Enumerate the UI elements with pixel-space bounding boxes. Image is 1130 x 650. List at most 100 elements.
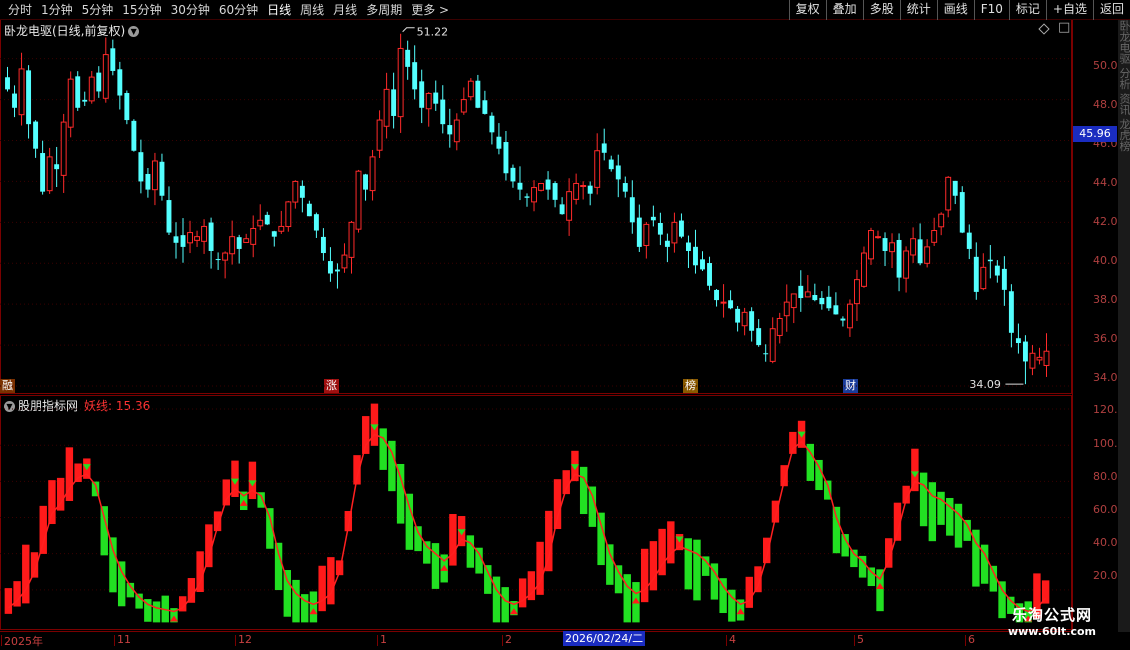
candle-body	[348, 221, 355, 258]
indicator-bar	[117, 561, 126, 607]
candle-body	[510, 167, 516, 182]
indicator-bar	[614, 565, 623, 594]
indicator-bar	[640, 548, 649, 603]
candle-body	[693, 246, 698, 266]
candle-body	[405, 49, 411, 67]
candle-body	[804, 291, 811, 298]
candle-body	[917, 239, 923, 264]
candle-body	[299, 185, 305, 198]
candle-body	[489, 115, 495, 133]
candle-body	[629, 197, 635, 223]
candle-body	[678, 220, 684, 237]
candle-body	[980, 266, 987, 290]
candle-body	[601, 143, 607, 153]
candle-body	[383, 88, 390, 127]
candle-body	[1036, 356, 1043, 361]
indicator-bar	[501, 587, 509, 623]
candle-body	[376, 119, 383, 151]
candle-body	[355, 170, 362, 230]
candle-body	[54, 164, 60, 170]
candle-body	[264, 214, 270, 225]
candle-body	[749, 311, 755, 331]
candle-body	[46, 156, 53, 192]
indicator-bar	[22, 544, 30, 604]
candle-body	[573, 182, 580, 200]
candle-body	[33, 121, 39, 149]
back-button[interactable]: 返回	[1092, 0, 1130, 20]
indicator-bar	[152, 601, 161, 623]
candle-body	[75, 76, 81, 108]
candle-body	[18, 68, 25, 116]
watermark-url: www.60lt.com	[1007, 625, 1097, 638]
date-axis: 2025年 11 12 1 2 4 5 6	[0, 631, 1072, 650]
high-pointer	[402, 27, 415, 33]
candle-body	[545, 179, 551, 190]
candle-body	[840, 318, 846, 321]
candle-body	[1001, 268, 1007, 290]
candle-body	[671, 221, 678, 244]
indicator-bar	[100, 506, 108, 556]
candle-body	[615, 165, 621, 180]
candle-body	[166, 200, 172, 233]
candle-body	[222, 252, 229, 261]
candle-body	[1022, 341, 1028, 362]
indicator-bar	[327, 557, 335, 605]
candle-body	[96, 72, 102, 92]
candle-body	[187, 232, 193, 244]
candle-body	[482, 100, 488, 114]
candle-body	[313, 214, 319, 231]
indicator-bar	[449, 514, 457, 566]
indicator-bar	[597, 512, 605, 566]
candle-body	[728, 300, 734, 309]
candle-body	[994, 265, 1000, 276]
candle-body	[973, 256, 979, 292]
candle-body	[812, 295, 818, 301]
indicator-bar	[4, 588, 13, 614]
side-info-strip[interactable]: 卧龙电驱 分析 资讯 龙虎榜	[1118, 20, 1130, 632]
candle-body	[931, 230, 938, 243]
indicator-bar	[39, 505, 47, 554]
candle-body	[425, 92, 432, 110]
indicator-bar	[396, 463, 405, 524]
candle-body	[559, 204, 565, 215]
candle-body	[1015, 338, 1021, 344]
candle-body	[1008, 291, 1014, 333]
candle-body	[363, 174, 368, 190]
date-label: 4	[726, 633, 736, 646]
date-label: 2	[502, 633, 512, 646]
candle-body	[798, 285, 804, 299]
indicator-bar	[187, 578, 196, 603]
indicator-bar	[518, 578, 527, 608]
candle-body	[741, 311, 748, 327]
candle-body	[306, 203, 312, 217]
watermark-title: 乐淘公式网	[1011, 606, 1092, 624]
candle-body	[110, 48, 116, 71]
indicator-bar	[484, 565, 492, 594]
candle-body	[1043, 350, 1050, 366]
candle-body	[826, 296, 832, 309]
indicator-bar	[423, 541, 431, 564]
candle-body	[250, 227, 257, 245]
candle-body	[334, 269, 340, 272]
low-price-label: 34.09	[969, 378, 1001, 391]
candle-body	[594, 150, 601, 188]
candle-body	[853, 279, 860, 305]
candle-body	[756, 328, 762, 346]
candle-body	[903, 250, 910, 279]
candle-body	[201, 225, 208, 242]
candle-body	[608, 159, 614, 170]
candle-body	[924, 246, 931, 264]
candle-body	[292, 180, 299, 203]
indicator-bar	[309, 591, 318, 623]
candle-body	[243, 238, 250, 243]
indicator-bar	[431, 543, 440, 589]
date-label: 5	[854, 633, 864, 646]
candle-body	[643, 223, 650, 246]
candle-body	[938, 213, 945, 228]
candle-body	[60, 121, 67, 176]
indicator-bar	[135, 593, 143, 609]
current-price-tag: 45.96	[1073, 126, 1117, 142]
candle-body	[566, 191, 573, 221]
candle-body	[952, 180, 958, 196]
indicator-bar	[867, 567, 876, 587]
